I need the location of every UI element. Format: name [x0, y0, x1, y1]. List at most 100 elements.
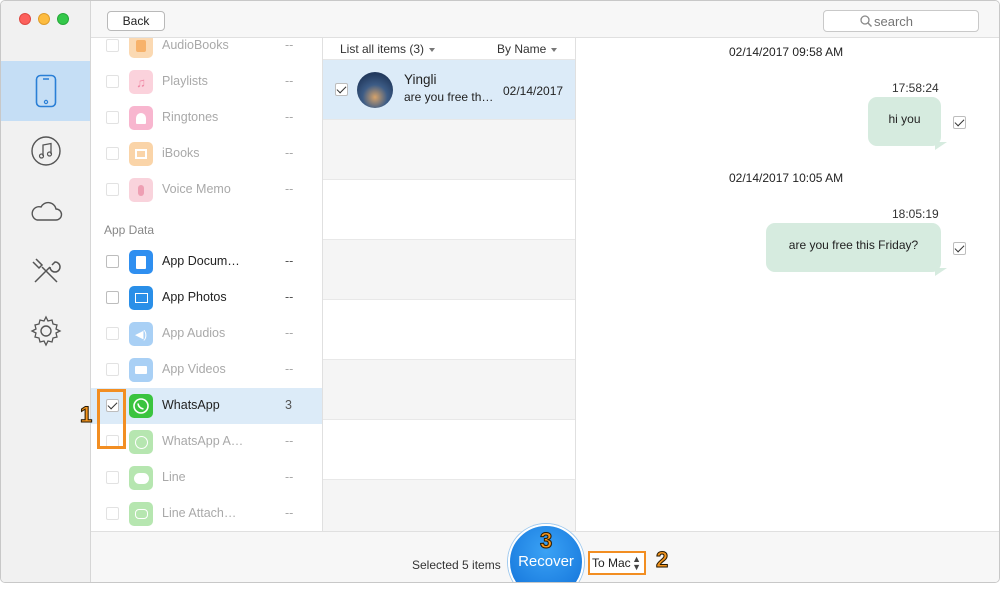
app-videos-icon	[129, 358, 153, 382]
category-checkbox[interactable]	[106, 183, 119, 196]
conversation-row[interactable]: Yingli are you free th… 02/14/2017	[323, 60, 575, 120]
category-count: --	[285, 110, 294, 124]
music-note-icon	[30, 136, 61, 166]
category-checkbox[interactable]	[106, 291, 119, 304]
category-row-audiobooks[interactable]: AudioBooks --	[91, 38, 322, 64]
category-panel: AudioBooks -- ♫ Playlists -- Ringtones -…	[91, 38, 323, 531]
message-checkbox[interactable]	[953, 242, 966, 255]
category-row-ringtones[interactable]: Ringtones --	[91, 100, 322, 136]
empty-row	[323, 360, 575, 420]
category-count: --	[285, 38, 294, 52]
category-row-app-videos[interactable]: App Videos --	[91, 352, 322, 388]
conversation-date: 02/14/2017	[503, 84, 564, 98]
message-time: 18:05:19	[892, 207, 939, 221]
category-count: --	[285, 362, 294, 376]
chat-date-header: 02/14/2017 10:05 AM	[729, 171, 844, 185]
category-row-line-attachments[interactable]: Line Attach… --	[91, 496, 322, 531]
category-checkbox[interactable]	[106, 147, 119, 160]
chevron-down-icon	[551, 47, 558, 52]
rail-item-tools[interactable]	[1, 241, 90, 301]
message-bubble: hi you	[868, 97, 947, 150]
search-input[interactable]	[874, 13, 974, 29]
category-count: --	[285, 470, 294, 484]
conversation-checkbox[interactable]	[335, 83, 348, 96]
category-label: AudioBooks	[162, 38, 229, 52]
close-window-button[interactable]	[19, 13, 31, 25]
category-count: --	[285, 290, 294, 304]
message-preview: are you free th…	[404, 90, 494, 104]
category-checkbox[interactable]	[106, 255, 119, 268]
chat-date-header: 02/14/2017 09:58 AM	[729, 45, 844, 59]
phone-icon	[35, 74, 56, 108]
category-label: App Docum…	[162, 254, 240, 268]
contact-name: Yingli	[404, 72, 437, 87]
category-label: App Audios	[162, 326, 226, 340]
conversation-list-header: List all items (3) By Name	[323, 38, 575, 60]
category-row-ibooks[interactable]: iBooks --	[91, 136, 322, 172]
category-row-app-audios[interactable]: ◀) App Audios --	[91, 316, 322, 352]
category-row-app-photos[interactable]: App Photos --	[91, 280, 322, 316]
empty-row	[323, 120, 575, 180]
category-row-playlists[interactable]: ♫ Playlists --	[91, 64, 322, 100]
category-checkbox[interactable]	[106, 111, 119, 124]
category-checkbox[interactable]	[106, 327, 119, 340]
category-row-line[interactable]: Line --	[91, 460, 322, 496]
category-label: App Videos	[162, 362, 226, 376]
app-window: Back AudioBooks -- ♫ Playlists -- Ringto…	[0, 0, 1000, 583]
ibooks-icon	[129, 142, 153, 166]
voice-memo-icon	[129, 178, 153, 202]
rail-item-icloud[interactable]	[1, 181, 90, 241]
rail-item-device[interactable]	[1, 61, 90, 121]
category-label: Voice Memo	[162, 182, 231, 196]
minimize-window-button[interactable]	[38, 13, 50, 25]
search-icon	[860, 15, 872, 27]
category-label: Line	[162, 470, 186, 484]
category-label: Ringtones	[162, 110, 219, 124]
line-icon	[129, 466, 153, 490]
updown-arrows-icon: ▲ ▼	[632, 554, 641, 572]
category-checkbox[interactable]	[106, 39, 119, 52]
whatsapp-attachments-icon	[129, 430, 153, 454]
category-count: --	[285, 254, 294, 268]
selection-count-text: Selected 5 items	[412, 558, 501, 572]
category-count: --	[285, 506, 294, 520]
empty-row	[323, 420, 575, 480]
category-count: 3	[285, 398, 292, 412]
category-label: iBooks	[162, 146, 200, 160]
list-filter-dropdown[interactable]: List all items (3)	[340, 42, 436, 56]
whatsapp-icon	[129, 394, 153, 418]
sort-dropdown[interactable]: By Name	[497, 42, 558, 56]
gear-icon	[30, 315, 61, 347]
destination-select[interactable]: To Mac ▲ ▼	[588, 551, 646, 575]
playlists-icon: ♫	[129, 70, 153, 94]
sort-label: By Name	[497, 42, 547, 56]
message-checkbox[interactable]	[953, 116, 966, 129]
category-label: Line Attach…	[162, 506, 237, 520]
search-box[interactable]	[823, 10, 979, 32]
category-checkbox[interactable]	[106, 75, 119, 88]
category-row-voice-memo[interactable]: Voice Memo --	[91, 172, 322, 208]
chat-detail-pane: 02/14/2017 09:58 AM 17:58:24 hi you 02/1…	[576, 38, 999, 531]
category-row-app-documents[interactable]: App Docum… --	[91, 244, 322, 280]
category-checkbox[interactable]	[106, 507, 119, 520]
category-count: --	[285, 182, 294, 196]
rail-item-settings[interactable]	[1, 301, 90, 361]
message-text: hi you	[888, 112, 921, 126]
back-button[interactable]: Back	[107, 11, 165, 31]
category-checkbox[interactable]	[106, 471, 119, 484]
empty-row	[323, 300, 575, 360]
audiobooks-icon	[129, 38, 153, 58]
side-rail	[1, 1, 91, 582]
avatar	[357, 72, 393, 108]
list-filter-label: List all items (3)	[340, 42, 425, 56]
category-label: WhatsApp	[162, 398, 220, 412]
message-time: 17:58:24	[892, 81, 939, 95]
step-1-highlight	[97, 389, 126, 449]
category-label: App Photos	[162, 290, 227, 304]
empty-row	[323, 240, 575, 300]
category-label: WhatsApp A…	[162, 434, 244, 448]
category-checkbox[interactable]	[106, 363, 119, 376]
cloud-icon	[31, 201, 62, 221]
zoom-window-button[interactable]	[57, 13, 69, 25]
rail-item-itunes[interactable]	[1, 121, 90, 181]
